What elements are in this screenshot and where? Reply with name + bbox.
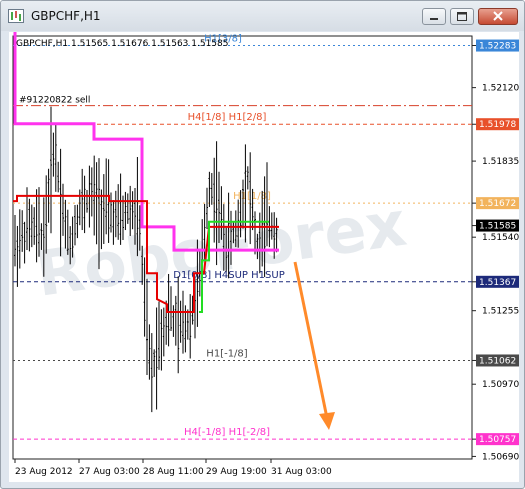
time-tick-label: 28 Aug 11:00 — [143, 467, 204, 477]
price-tick-label: 1.52120 — [482, 84, 519, 94]
price-tick-label: 1.51255 — [482, 307, 519, 317]
chart-icon — [8, 9, 24, 23]
price-axis: 1.52283 1.52120 1.51978 1.51835 1.51672 1.515… — [472, 39, 519, 462]
title-bar[interactable]: GBPCHF,H1 — [1, 1, 524, 31]
minimize-button[interactable] — [422, 8, 446, 25]
price-tag-label: 1.50757 — [479, 435, 516, 445]
time-tick-label: 27 Aug 03:00 — [79, 467, 140, 477]
time-axis: 23 Aug 2012 27 Aug 03:00 28 Aug 11:00 29 Au… — [14, 459, 332, 477]
price-tag-label: 1.51367 — [479, 278, 516, 288]
window-title: GBPCHF,H1 — [31, 9, 101, 23]
chart-window: GBPCHF,H1 RoboForex H1[3/8] H4[1/8] H1[2/8… — [0, 0, 525, 489]
price-tick-label: 1.51540 — [482, 233, 519, 243]
close-button[interactable] — [478, 8, 518, 25]
close-icon — [493, 11, 503, 21]
price-tag-label: 1.51062 — [479, 356, 516, 366]
price-tag-label: 1.51585 — [479, 222, 516, 232]
level-label: H4[-1/8] H1[-2/8] — [184, 427, 270, 438]
time-tick-label: 23 Aug 2012 — [15, 467, 73, 477]
maximize-button[interactable] — [450, 8, 474, 25]
time-tick-label: 31 Aug 03:00 — [271, 467, 332, 477]
minimize-icon — [430, 18, 438, 20]
level-label: H1[1/8] — [233, 191, 271, 202]
level-label: H4[1/8] H1[2/8] — [188, 112, 267, 123]
price-chart[interactable]: RoboForexH1[3/8]H4[1/8] H1[2/8]H1[1/8]D1… — [9, 21, 519, 482]
price-tag-label: 1.52283 — [479, 42, 516, 52]
price-tag-label: 1.51672 — [479, 199, 516, 209]
order-label: #91220822 sell — [19, 96, 90, 106]
price-tick-label: 1.50970 — [482, 380, 519, 390]
price-tick-label: 1.51835 — [482, 157, 519, 167]
level-label: H1[-1/8] — [206, 348, 247, 359]
maximize-icon — [457, 12, 467, 21]
symbol-info: GBPCHF,H1 1.51565 1.51676 1.51563 1.5158… — [16, 39, 228, 49]
chart-area[interactable]: RoboForex H1[3/8] H4[1/8] H1[2/8] H1[1/8] D1… — [9, 21, 519, 482]
price-tag-label: 1.51978 — [479, 120, 516, 130]
time-tick-label: 29 Aug 19:00 — [206, 467, 267, 477]
price-tick-label: 1.50690 — [482, 452, 519, 462]
